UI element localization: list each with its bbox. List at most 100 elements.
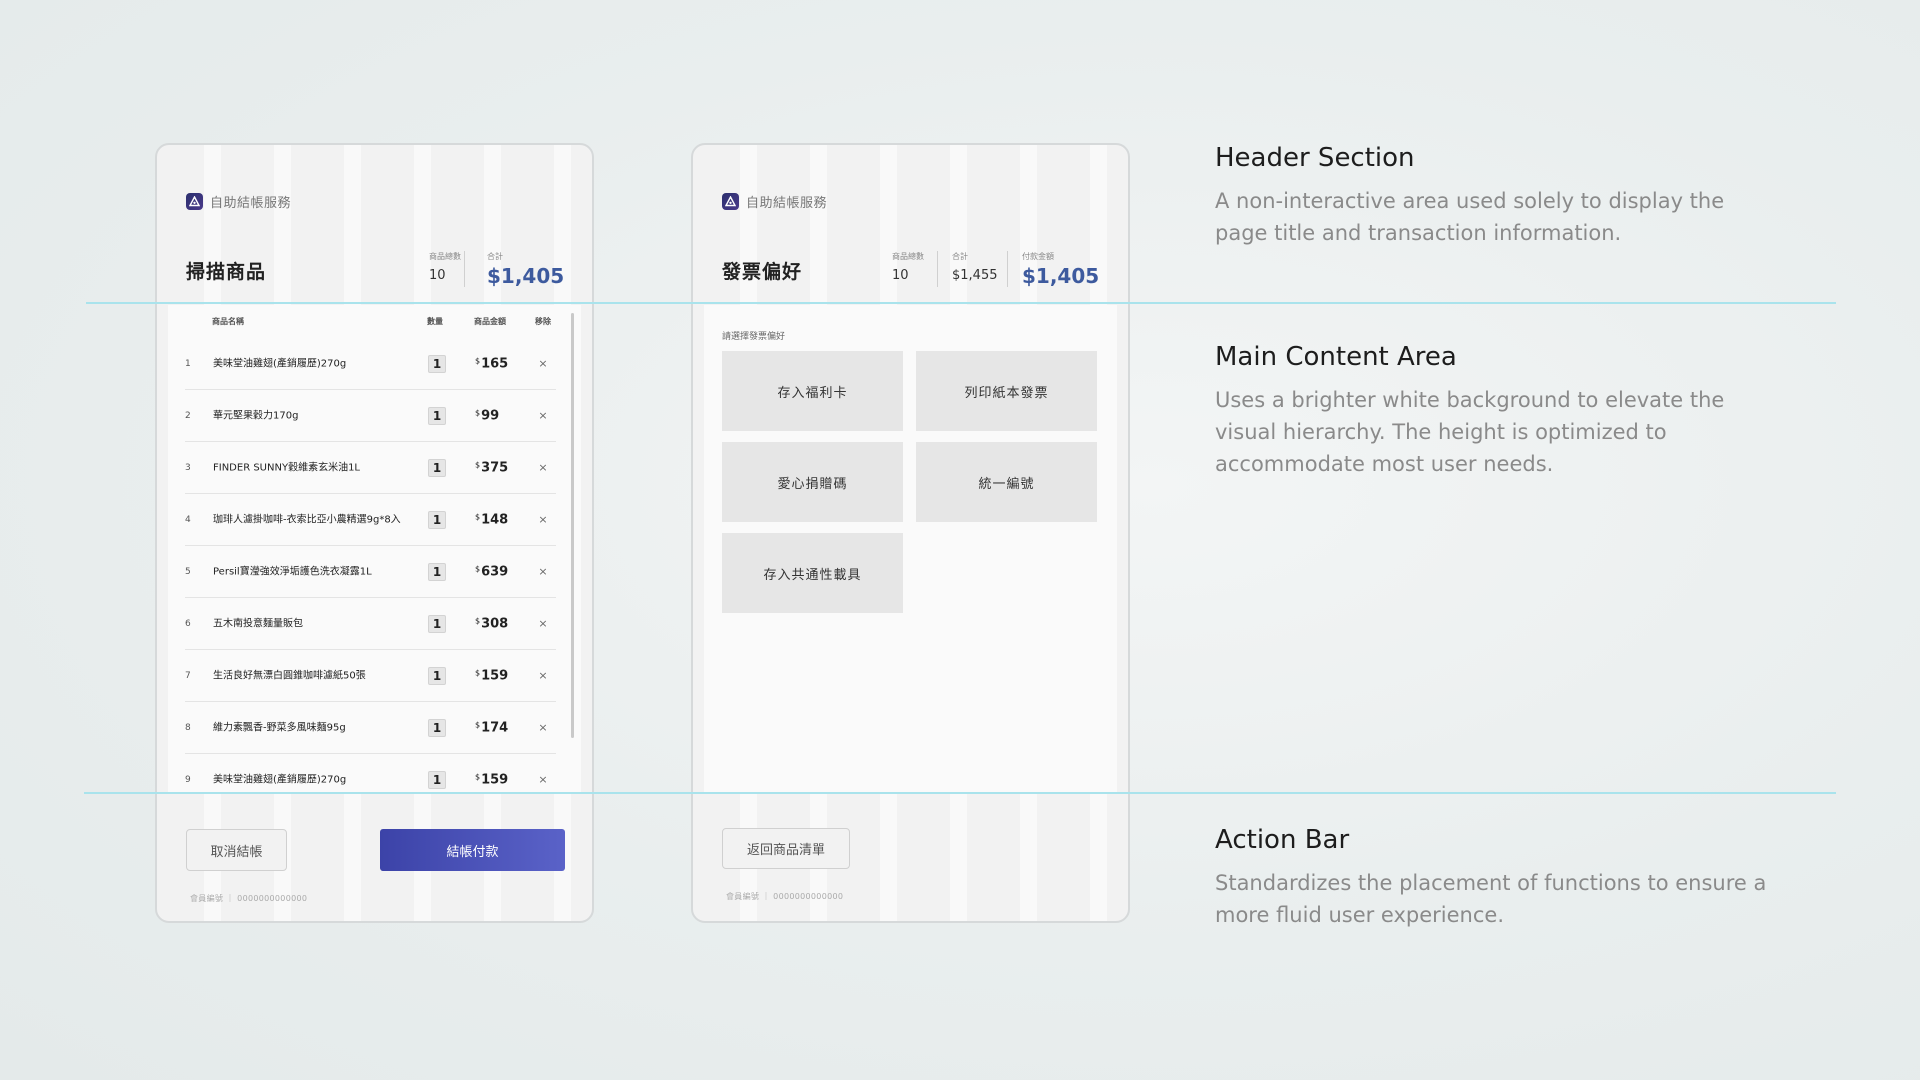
currency-symbol: $ xyxy=(475,668,481,677)
option-print-paper-invoice[interactable]: 列印紙本發票 xyxy=(916,351,1097,431)
subtotal-value: $1,455 xyxy=(952,268,998,283)
item-quantity[interactable]: 1 xyxy=(428,510,446,529)
col-name: 商品名稱 xyxy=(212,317,244,326)
total-items-stat: 商品總數 10 xyxy=(892,251,924,283)
remove-item-icon[interactable]: × xyxy=(535,408,551,424)
remove-item-icon[interactable]: × xyxy=(535,668,551,684)
table-row: 6 五木南投意麵量販包 1 $308 × xyxy=(185,598,556,650)
item-name: 珈琲人濾掛咖啡-衣索比亞小農精選9g*8入 xyxy=(213,514,401,525)
item-price-value: 159 xyxy=(481,772,509,787)
pay-amount-stat: 付款金額 $1,405 xyxy=(1022,251,1099,288)
remove-item-icon[interactable]: × xyxy=(535,564,551,580)
item-price-value: 308 xyxy=(481,616,509,631)
stat-divider xyxy=(1007,251,1008,287)
checkout-pay-button[interactable]: 結帳付款 xyxy=(380,829,565,871)
item-number: 1 xyxy=(185,358,191,369)
stat-divider xyxy=(464,251,465,287)
scrollbar[interactable] xyxy=(571,313,574,738)
table-row: 8 維力素飄香-野菜多風味麵95g 1 $174 × xyxy=(185,702,556,754)
item-quantity[interactable]: 1 xyxy=(428,354,446,373)
option-tax-id[interactable]: 統一編號 xyxy=(916,442,1097,522)
item-quantity[interactable]: 1 xyxy=(428,718,446,737)
total-items-value: 10 xyxy=(892,268,909,283)
item-price-value: 99 xyxy=(481,408,500,423)
description-title: Header Section xyxy=(1215,143,1415,173)
description-text: A non-interactive area used solely to di… xyxy=(1215,189,1725,245)
item-quantity[interactable]: 1 xyxy=(428,666,446,685)
remove-item-icon[interactable]: × xyxy=(535,356,551,372)
back-to-list-button[interactable]: 返回商品清單 xyxy=(722,828,850,869)
item-quantity[interactable]: 1 xyxy=(428,614,446,633)
page-title: 掃描商品 xyxy=(186,261,267,283)
item-name: 美味堂油雞翅(產銷履歷)270g xyxy=(213,358,347,369)
brand: 自助結帳服務 xyxy=(186,192,291,211)
page-title: 發票偏好 xyxy=(722,261,803,283)
header-guide-line xyxy=(86,302,1836,304)
item-price-value: 165 xyxy=(481,356,509,371)
total-items-stat: 商品總數 10 xyxy=(429,251,461,283)
remove-item-icon[interactable]: × xyxy=(535,512,551,528)
item-name: 美味堂油雞翅(產銷履歷)270g xyxy=(213,774,347,785)
total-value: $1,405 xyxy=(487,264,565,288)
remove-item-icon[interactable]: × xyxy=(535,616,551,632)
option-welfare-card[interactable]: 存入福利卡 xyxy=(722,351,903,431)
item-price-value: 375 xyxy=(481,460,509,475)
item-price: $308 xyxy=(475,616,508,631)
subtotal-label: 合計 xyxy=(952,252,968,261)
item-name: 華元堅果穀力170g xyxy=(213,410,299,421)
currency-symbol: $ xyxy=(475,564,481,573)
item-quantity[interactable]: 1 xyxy=(428,458,446,477)
main-content-area: 請選擇發票偏好 存入福利卡 列印紙本發票 愛心捐贈碼 統一編號 存入共通性載具 xyxy=(704,305,1117,793)
invoice-prompt: 請選擇發票偏好 xyxy=(722,332,786,342)
description-text: Uses a brighter white background to elev… xyxy=(1215,388,1725,476)
cancel-checkout-button[interactable]: 取消結帳 xyxy=(186,829,287,871)
invoice-preference-screen: 自助結帳服務 發票偏好 商品總數 10 合計 $1,455 付款金額 $1,40… xyxy=(691,143,1130,923)
remove-item-icon[interactable]: × xyxy=(535,772,551,788)
item-number: 4 xyxy=(185,514,191,525)
scan-items-screen: 自助結帳服務 掃描商品 商品總數 10 合計 $1,405 商品名稱 數量 商品… xyxy=(155,143,594,923)
item-price: $159 xyxy=(475,668,508,683)
main-content-area: 商品名稱 數量 商品金額 移除 1 美味堂油雞翅(產銷履歷)270g 1 $165 × 2… xyxy=(168,305,581,793)
service-name: 自助結帳服務 xyxy=(746,196,828,211)
currency-symbol: $ xyxy=(475,512,481,521)
action-bar-description: Action Bar Standardizes the placement of… xyxy=(1215,825,1775,931)
subtotal-stat: 合計 $1,455 xyxy=(952,251,998,283)
item-name: FINDER SUNNY穀維素玄米油1L xyxy=(213,462,360,473)
item-name: 生活良好無漂白圓錐咖啡濾紙50張 xyxy=(213,670,366,681)
item-name: 五木南投意麵量販包 xyxy=(213,618,303,629)
description-title: Action Bar xyxy=(1215,825,1350,855)
remove-item-icon[interactable]: × xyxy=(535,720,551,736)
header-section-description: Header Section A non-interactive area us… xyxy=(1215,143,1775,249)
item-name: 維力素飄香-野菜多風味麵95g xyxy=(213,722,346,733)
item-price: $639 xyxy=(475,564,508,579)
item-quantity[interactable]: 1 xyxy=(428,770,446,789)
table-row: 9 美味堂油雞翅(產銷履歷)270g 1 $159 × xyxy=(185,754,556,793)
item-price: $99 xyxy=(475,408,499,423)
description-text: Standardizes the placement of functions … xyxy=(1215,871,1767,927)
item-quantity[interactable]: 1 xyxy=(428,406,446,425)
table-row: 7 生活良好無漂白圓錐咖啡濾紙50張 1 $159 × xyxy=(185,650,556,702)
item-quantity[interactable]: 1 xyxy=(428,562,446,581)
item-number: 6 xyxy=(185,618,191,629)
brand-logo-icon xyxy=(722,193,739,210)
table-row: 5 Persil寶瀅強效淨垢護色洗衣凝露1L 1 $639 × xyxy=(185,546,556,598)
option-donation-code[interactable]: 愛心捐贈碼 xyxy=(722,442,903,522)
remove-item-icon[interactable]: × xyxy=(535,460,551,476)
total-items-label: 商品總數 xyxy=(429,252,461,261)
total-items-value: 10 xyxy=(429,268,446,283)
currency-symbol: $ xyxy=(475,772,481,781)
description-title: Main Content Area xyxy=(1215,342,1457,372)
col-remove: 移除 xyxy=(535,317,551,326)
item-list[interactable]: 1 美味堂油雞翅(產銷履歷)270g 1 $165 × 2 華元堅果穀力170g 1 $99 × 3… xyxy=(185,338,556,793)
currency-symbol: $ xyxy=(475,460,481,469)
item-number: 8 xyxy=(185,722,191,733)
item-price: $165 xyxy=(475,356,508,371)
total-stat: 合計 $1,405 xyxy=(487,251,564,288)
member-number: 會員編號 ｜ 0000000000000 xyxy=(726,892,844,901)
table-row: 3 FINDER SUNNY穀維素玄米油1L 1 $375 × xyxy=(185,442,556,494)
item-price-value: 148 xyxy=(481,512,509,527)
member-number: 會員編號 ｜ 0000000000000 xyxy=(190,894,308,903)
currency-symbol: $ xyxy=(475,720,481,729)
option-common-carrier[interactable]: 存入共通性載具 xyxy=(722,533,903,613)
item-number: 2 xyxy=(185,410,191,421)
